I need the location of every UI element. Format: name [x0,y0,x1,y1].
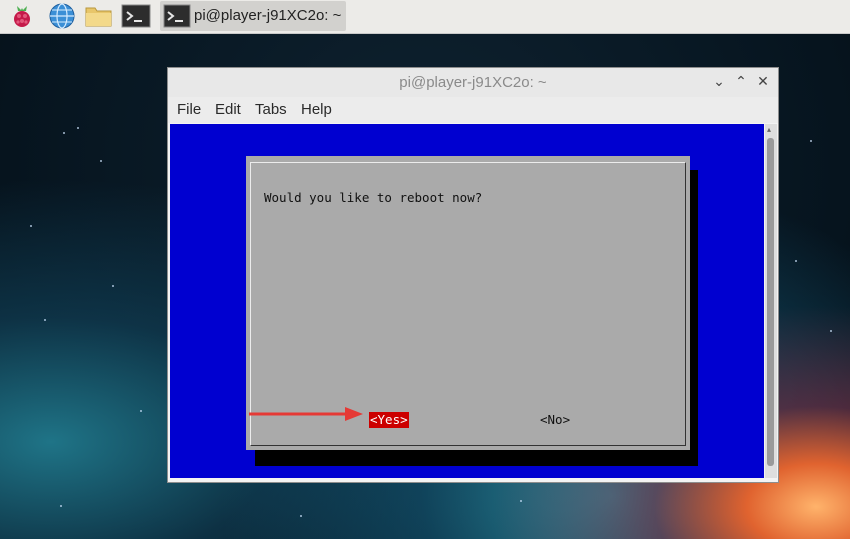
menu-tabs[interactable]: Tabs [255,101,287,118]
star [140,410,142,412]
star [30,225,32,227]
star [63,132,65,134]
star [520,500,522,502]
task-label: pi@player-j91XC2o: ~ [194,7,342,24]
terminal-icon[interactable] [121,2,151,30]
terminal-area[interactable]: Would you like to reboot now? <Yes> <No> [170,124,764,478]
star [830,330,832,332]
menu-file[interactable]: File [177,101,201,118]
close-button[interactable]: ✕ [755,74,771,90]
no-button[interactable]: <No> [540,412,570,428]
globe-icon[interactable] [48,2,76,30]
yes-button[interactable]: <Yes> [369,412,409,428]
raspberry-icon[interactable] [8,2,36,30]
star [44,319,46,321]
menu-help[interactable]: Help [301,101,332,118]
menu-edit[interactable]: Edit [215,101,241,118]
taskbar-terminal-task[interactable]: pi@player-j91XC2o: ~ [160,1,346,31]
dialog-message: Would you like to reboot now? [264,190,483,205]
arrow-right-icon [249,407,363,421]
terminal-icon [163,3,191,29]
menubar: File Edit Tabs Help [168,97,778,123]
star [795,260,797,262]
folder-icon[interactable] [84,2,112,30]
star [60,505,62,507]
window-title: pi@player-j91XC2o: ~ [399,74,547,91]
window-titlebar[interactable]: pi@player-j91XC2o: ~ ⌄ ⌃ ✕ [168,68,778,98]
star [300,515,302,517]
minimize-button[interactable]: ⌄ [711,74,727,90]
star [112,285,114,287]
scroll-thumb[interactable] [767,138,774,466]
scroll-up-icon[interactable]: ▴ [767,126,775,134]
scrollbar[interactable]: ▴ [765,124,777,478]
star [810,140,812,142]
star [100,160,102,162]
maximize-button[interactable]: ⌃ [733,74,749,90]
star [77,127,79,129]
taskbar: pi@player-j91XC2o: ~ [0,0,850,34]
